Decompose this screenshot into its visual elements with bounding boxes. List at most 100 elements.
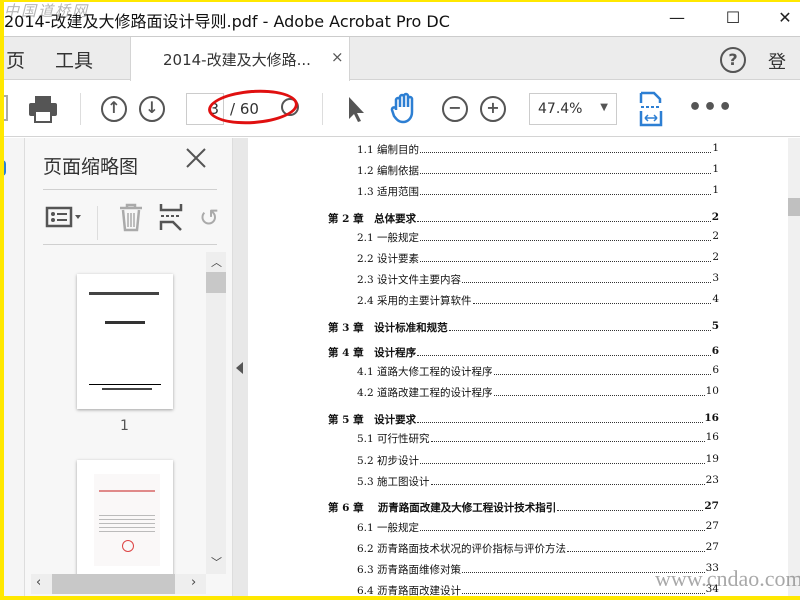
- toc-entry[interactable]: 第 4 章 设计程序 6: [328, 345, 719, 360]
- scroll-right-icon[interactable]: ›: [191, 575, 196, 590]
- close-panel-icon[interactable]: [185, 146, 207, 176]
- divider: [97, 206, 98, 240]
- toc-leader: [448, 320, 711, 331]
- scroll-thumb[interactable]: [206, 272, 226, 293]
- toc-entry[interactable]: 1.2 编制依据 1: [357, 163, 719, 178]
- toc-title: 2.4 采用的主要计算软件: [357, 295, 472, 307]
- collapse-arrow-icon[interactable]: [236, 362, 243, 374]
- toc-entry[interactable]: 6.2 沥青路面技术状况的评价指标与评价方法 27: [357, 541, 719, 556]
- scroll-up-icon[interactable]: ︿: [211, 254, 222, 270]
- toc-title: 5.2 初步设计: [357, 455, 420, 467]
- close-button[interactable]: ✕: [770, 5, 800, 31]
- save-icon[interactable]: [0, 95, 8, 121]
- toc-page: 23: [705, 474, 719, 486]
- thumbnail-horizontal-scrollbar[interactable]: ‹ ›: [31, 574, 206, 594]
- tab-bar: 页 工具 2014-改建及大修路... × ? 登: [0, 37, 800, 81]
- thumbnail-options-icon[interactable]: [45, 205, 85, 233]
- print-icon[interactable]: [28, 95, 58, 127]
- divider: [322, 93, 323, 125]
- page-thumbnail-2[interactable]: [77, 460, 173, 580]
- toc-entry[interactable]: 4.2 道路改建工程的设计程序 10: [357, 385, 719, 400]
- toc-entry[interactable]: 1.3 适用范围 1: [357, 184, 719, 199]
- toc-entry[interactable]: 2.1 一般规定 2: [357, 230, 719, 245]
- toc-title: 4.1 道路大修工程的设计程序: [357, 366, 493, 378]
- toc-leader: [420, 230, 712, 241]
- divider: [80, 93, 81, 125]
- toc-leader: [567, 541, 705, 552]
- toc-title: 6.2 沥青路面技术状况的评价指标与评价方法: [357, 543, 567, 555]
- toc-title: 6.3 沥青路面维修对策: [357, 564, 462, 576]
- zoom-value: 47.4%: [538, 101, 583, 117]
- chevron-down-icon: ▼: [600, 102, 608, 113]
- toc-entry[interactable]: 第 6 章 沥青路面改建及大修工程设计技术指引 27: [328, 500, 719, 515]
- toc-page: 27: [704, 500, 719, 512]
- toc-entry[interactable]: 4.1 道路大修工程的设计程序 6: [357, 364, 719, 379]
- toc-entry[interactable]: 第 3 章 设计标准和规范 5: [328, 320, 719, 335]
- tab-home[interactable]: 页: [6, 46, 25, 73]
- page-thumbnail-1[interactable]: [77, 274, 173, 409]
- toc-page: 4: [712, 293, 719, 305]
- toc-title: 第 3 章 设计标准和规范: [328, 322, 448, 334]
- toc-title: 1.2 编制依据: [357, 165, 420, 177]
- toc-page: 19: [705, 453, 719, 465]
- thumbnails-panel: 页面缩略图 ↺ 1: [25, 138, 233, 600]
- rotate-page-icon[interactable]: ↺: [199, 204, 219, 232]
- toc-page: 1: [712, 142, 719, 154]
- zoom-in-icon[interactable]: +: [480, 96, 506, 122]
- tab-document[interactable]: 2014-改建及大修路... ×: [130, 37, 350, 81]
- tab-tools[interactable]: 工具: [55, 46, 93, 73]
- toc-page: 16: [705, 431, 719, 443]
- delete-page-icon[interactable]: [117, 202, 145, 236]
- toc-leader: [417, 211, 711, 222]
- toc-title: 2.1 一般规定: [357, 232, 420, 244]
- toc-page: 10: [705, 385, 719, 397]
- page-thumbnails-nav-icon[interactable]: [0, 160, 6, 176]
- navigation-strip: [0, 138, 25, 600]
- help-icon[interactable]: ?: [720, 47, 746, 73]
- toc-entry[interactable]: 2.2 设计要素 2: [357, 251, 719, 266]
- panel-collapse-bar[interactable]: [233, 138, 248, 600]
- maximize-button[interactable]: ☐: [718, 5, 748, 31]
- toc-leader: [420, 163, 712, 174]
- fit-page-icon[interactable]: [638, 91, 664, 131]
- insert-page-icon[interactable]: [159, 202, 183, 236]
- toc-page: 1: [712, 163, 719, 175]
- toc-leader: [420, 251, 712, 262]
- title-bar: 2014-改建及大修路面设计导则.pdf - Adobe Acrobat Pro…: [0, 0, 800, 37]
- toc-leader: [417, 412, 704, 423]
- toc-entry[interactable]: 6.1 一般规定 27: [357, 520, 719, 535]
- document-scrollbar[interactable]: [788, 138, 800, 600]
- toc-entry[interactable]: 2.3 设计文件主要内容 3: [357, 272, 719, 287]
- toc-entry[interactable]: 5.3 施工图设计 23: [357, 474, 719, 489]
- toc-leader: [420, 520, 705, 531]
- zoom-out-icon[interactable]: −: [442, 96, 468, 122]
- scroll-left-icon[interactable]: ‹: [36, 575, 41, 590]
- toolbar: ↑ ↓ 3 / 60 − + 47.4% ▼ •••: [0, 81, 800, 137]
- login-button[interactable]: 登: [768, 48, 786, 74]
- previous-page-icon[interactable]: ↑: [101, 96, 127, 122]
- more-options-icon[interactable]: •••: [688, 95, 733, 120]
- minimize-button[interactable]: —: [662, 5, 692, 31]
- toc-page: 6: [711, 345, 719, 357]
- next-page-icon[interactable]: ↓: [139, 96, 165, 122]
- scroll-thumb[interactable]: [788, 198, 800, 216]
- toc-leader: [420, 142, 712, 153]
- hand-tool-icon[interactable]: [390, 92, 420, 128]
- toc-entry[interactable]: 第 5 章 设计要求 16: [328, 412, 719, 427]
- scroll-down-icon[interactable]: ﹀: [211, 554, 222, 570]
- toc-entry[interactable]: 5.1 可行性研究 16: [357, 431, 719, 446]
- document-view[interactable]: 1.1 编制目的 1 1.2 编制依据 1 1.3 适用范围 1 第 2 章 总体要求 2 2.…: [248, 138, 788, 600]
- zoom-select[interactable]: 47.4% ▼: [529, 93, 617, 125]
- toc-title: 5.3 施工图设计: [357, 476, 430, 488]
- toc-entry[interactable]: 5.2 初步设计 19: [357, 453, 719, 468]
- scroll-thumb[interactable]: [52, 574, 175, 594]
- toc-entry[interactable]: 第 2 章 总体要求 2: [328, 211, 719, 226]
- toc-entry[interactable]: 2.4 采用的主要计算软件 4: [357, 293, 719, 308]
- toc-entry[interactable]: 1.1 编制目的 1: [357, 142, 719, 157]
- thumbnail-vertical-scrollbar[interactable]: ︿ ﹀: [206, 252, 226, 574]
- select-tool-icon[interactable]: [346, 95, 366, 127]
- toc-page: 2: [712, 251, 719, 263]
- toc-title: 2.2 设计要素: [357, 253, 420, 265]
- close-tab-icon[interactable]: ×: [331, 48, 344, 66]
- toc-leader: [493, 364, 712, 375]
